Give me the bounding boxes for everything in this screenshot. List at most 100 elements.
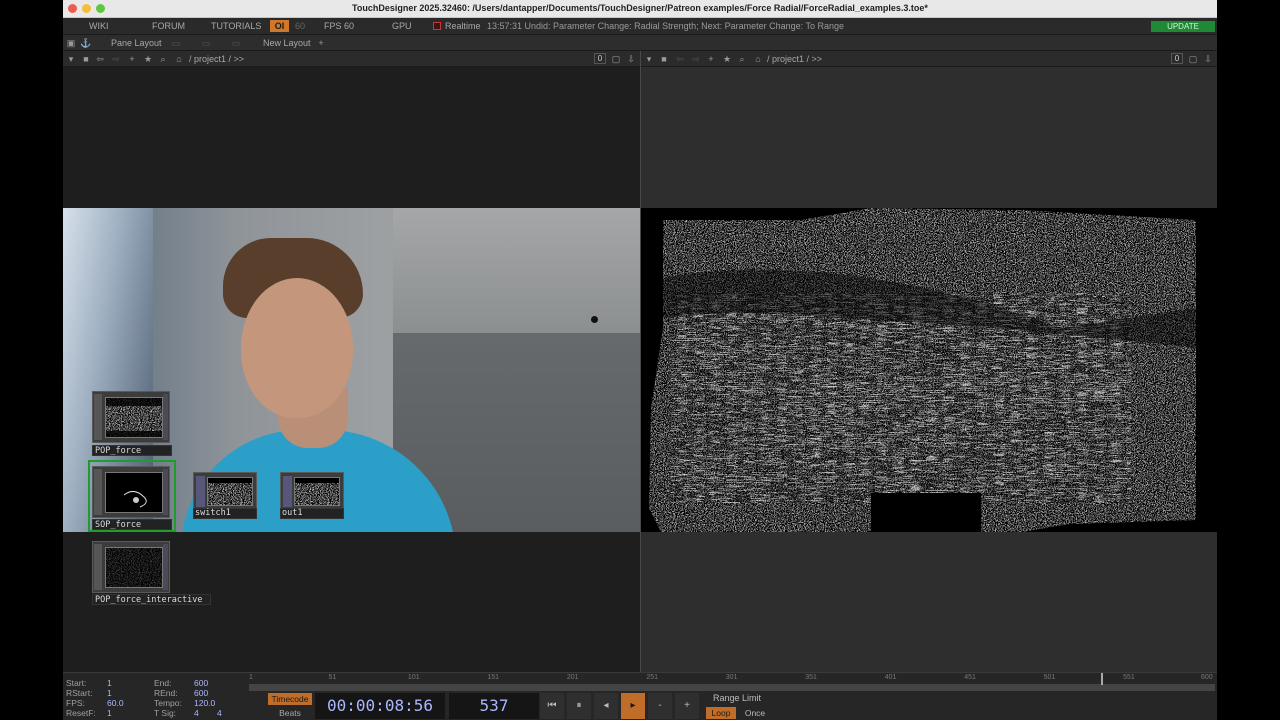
tutorials-menu[interactable]: TUTORIALS xyxy=(211,21,261,31)
back-icon[interactable]: ⇦ xyxy=(95,54,105,64)
loop-toggle[interactable]: Loop xyxy=(706,707,736,719)
bookmark-star-icon[interactable]: ★ xyxy=(722,54,732,64)
beats-toggle[interactable]: Beats xyxy=(268,707,312,719)
switch1-node[interactable] xyxy=(193,472,257,510)
home-icon[interactable]: ⌂ xyxy=(174,54,184,64)
step-back-button[interactable]: ◂ xyxy=(594,693,618,719)
fps-value[interactable]: 60.0 xyxy=(107,698,124,708)
webcam-wall-spot xyxy=(591,316,598,323)
timeline-tick-label: 1 xyxy=(249,674,253,681)
rewind-button[interactable]: ⏮ xyxy=(540,693,564,719)
tempo-label: Tempo: xyxy=(154,698,182,708)
pane-anchor-icon[interactable]: ⚓ xyxy=(80,38,91,48)
timeline-playhead[interactable] xyxy=(1100,673,1103,685)
forward-icon[interactable]: ⇨ xyxy=(691,54,701,64)
pop-force-node[interactable] xyxy=(92,391,170,443)
tsig-numerator[interactable]: 4 xyxy=(194,708,199,718)
pop-force-interactive-node[interactable] xyxy=(92,541,170,593)
layout-slot-1-icon[interactable]: ▭ xyxy=(171,38,181,48)
node-flag-strip[interactable] xyxy=(196,476,205,507)
node-name-label[interactable]: out1 xyxy=(282,508,302,518)
rstart-value[interactable]: 1 xyxy=(107,688,112,698)
timecode-toggle[interactable]: Timecode xyxy=(268,693,312,705)
right-pane-path[interactable]: / project1 / >> xyxy=(767,54,822,64)
add-layout-icon[interactable]: + xyxy=(316,38,326,48)
pane-menu-icon[interactable]: ▾ xyxy=(66,54,76,64)
frame-display[interactable]: 537 xyxy=(449,693,539,719)
realtime-label[interactable]: Realtime xyxy=(445,21,481,31)
home-icon[interactable]: ⌂ xyxy=(753,54,763,64)
wiki-menu[interactable]: WIKI xyxy=(89,21,109,31)
node-viewer-thumbnail xyxy=(294,477,340,506)
node-name-label[interactable]: POP_force xyxy=(95,446,141,456)
timeline-tick-label: 101 xyxy=(407,674,420,681)
gpu-menu[interactable]: GPU xyxy=(392,21,412,31)
node-flag-strip[interactable] xyxy=(94,394,102,440)
search-icon[interactable]: ⌕ xyxy=(737,54,747,64)
pane-type-icon[interactable]: ■ xyxy=(81,54,91,64)
play-button[interactable]: ▸ xyxy=(621,693,645,719)
node-flag-strip[interactable] xyxy=(94,544,102,590)
fps-value: 60 xyxy=(344,21,355,31)
pane-layout-label[interactable]: Pane Layout xyxy=(111,38,162,48)
pane-split-icon[interactable]: ▣ xyxy=(66,38,76,48)
pane-pin-icon[interactable]: ⇩ xyxy=(626,54,636,64)
add-icon[interactable]: + xyxy=(127,54,137,64)
timeline-bar: Start: 1 End: 600 RStart: 1 REnd: 600 FP… xyxy=(63,672,1217,720)
oi-value: 60 xyxy=(295,21,306,31)
start-value[interactable]: 1 xyxy=(107,678,112,688)
pause-button[interactable]: ⏸ xyxy=(567,693,591,719)
forward-icon[interactable]: ⇨ xyxy=(111,54,121,64)
add-icon[interactable]: + xyxy=(706,54,716,64)
maximize-pane-icon[interactable]: ▢ xyxy=(1188,54,1198,64)
sop-force-node[interactable] xyxy=(92,466,170,518)
tempo-value[interactable]: 120.0 xyxy=(194,698,215,708)
node-name-label[interactable]: POP_force_interactive xyxy=(95,595,202,605)
timeline-scrubber[interactable] xyxy=(249,685,1215,691)
left-pane-path[interactable]: / project1 / >> xyxy=(189,54,244,64)
maximize-pane-icon[interactable]: ▢ xyxy=(611,54,621,64)
layout-slot-2-icon[interactable]: ▭ xyxy=(201,38,211,48)
timeline-tick-label: 351 xyxy=(805,674,817,681)
oi-badge[interactable]: OI xyxy=(270,20,289,32)
timeline-tick-label: 451 xyxy=(964,674,976,681)
end-label: End: xyxy=(154,678,172,688)
out1-node[interactable] xyxy=(280,472,344,510)
node-output-connector[interactable] xyxy=(163,544,168,590)
realtime-checkbox[interactable] xyxy=(433,22,441,30)
tsig-denominator[interactable]: 4 xyxy=(217,708,222,718)
step-minus-button[interactable]: - xyxy=(648,693,672,719)
node-flag-strip[interactable] xyxy=(94,469,102,515)
resetf-label: ResetF: xyxy=(66,708,96,718)
timeline-tick-label: 251 xyxy=(646,674,659,681)
node-name-label[interactable]: SOP_force xyxy=(95,520,141,530)
particle-render-svg xyxy=(649,208,1196,532)
right-pane-counter: 0 xyxy=(1171,53,1183,64)
update-button[interactable]: UPDATE xyxy=(1151,21,1215,32)
end-value[interactable]: 600 xyxy=(194,678,208,688)
node-name-label[interactable]: switch1 xyxy=(195,508,231,518)
pane-pin-icon[interactable]: ⇩ xyxy=(1203,54,1213,64)
forum-menu[interactable]: FORUM xyxy=(152,21,185,31)
bookmark-star-icon[interactable]: ★ xyxy=(143,54,153,64)
node-flag-strip[interactable] xyxy=(283,476,292,507)
once-toggle[interactable]: Once xyxy=(740,707,770,719)
node-viewer-thumbnail xyxy=(105,397,163,438)
node-output-connector[interactable] xyxy=(163,469,168,515)
rend-value[interactable]: 600 xyxy=(194,688,208,698)
node-output-connector[interactable] xyxy=(163,394,168,440)
pane-menu-icon[interactable]: ▾ xyxy=(644,54,654,64)
timeline-ruler[interactable]: 1 51 101 151 201 251 301 351 401 451 501 551 600 xyxy=(249,673,1215,685)
pane-type-icon[interactable]: ■ xyxy=(659,54,669,64)
search-icon[interactable]: ⌕ xyxy=(158,54,168,64)
rstart-label: RStart: xyxy=(66,688,93,698)
fps-label: FPS: xyxy=(66,698,85,708)
step-plus-button[interactable]: + xyxy=(675,693,699,719)
back-icon[interactable]: ⇦ xyxy=(675,54,685,64)
resetf-value[interactable]: 1 xyxy=(107,708,112,718)
timeline-tick-label: 51 xyxy=(328,674,337,681)
timecode-display[interactable]: 00:00:08:56 xyxy=(315,693,445,719)
new-layout-label[interactable]: New Layout xyxy=(263,38,311,48)
layout-slot-3-icon[interactable]: ▭ xyxy=(231,38,241,48)
timeline-tick-label: 551 xyxy=(1123,674,1135,681)
